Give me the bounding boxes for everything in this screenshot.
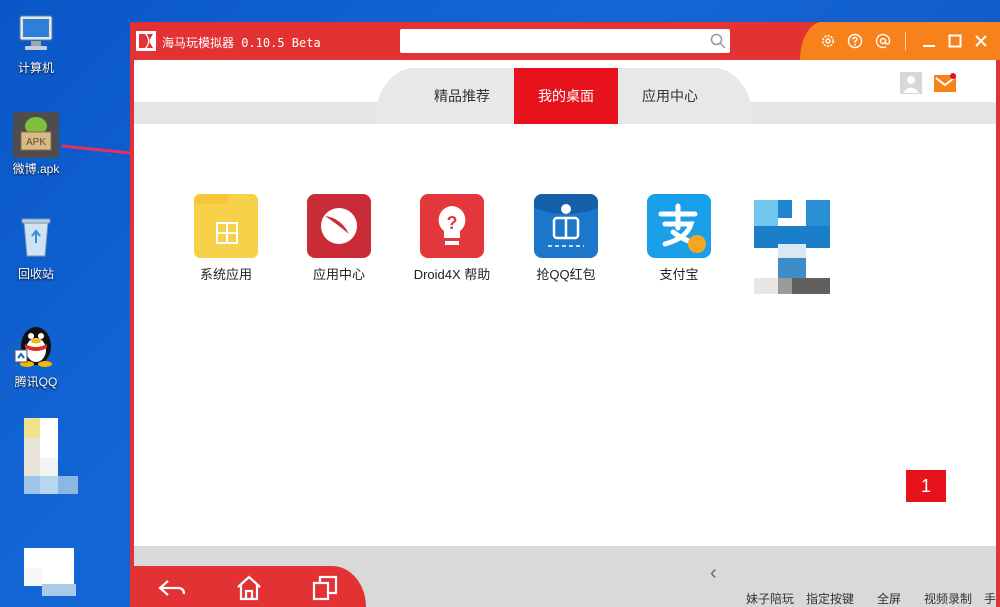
qq-redpacket-icon	[534, 194, 598, 258]
apk-file-icon: APK	[13, 112, 59, 158]
app-qq-red-packet[interactable]: 抢QQ红包	[516, 194, 616, 283]
home-button[interactable]	[234, 573, 264, 603]
back-button[interactable]	[156, 573, 186, 603]
close-button[interactable]	[971, 31, 991, 51]
app-label: 应用中心	[289, 264, 389, 283]
app-label: 抢QQ红包	[516, 264, 616, 283]
desktop-icon-recycle-bin[interactable]: 回收站	[0, 214, 72, 282]
folder-icon	[194, 194, 258, 258]
minimize-icon	[922, 34, 936, 48]
maximize-icon	[948, 34, 962, 48]
app-pixelated[interactable]	[742, 200, 842, 300]
settings-button[interactable]	[818, 31, 838, 51]
user-account-icon[interactable]	[900, 72, 922, 94]
desktop-icon-computer[interactable]: 计算机	[0, 12, 72, 76]
close-icon	[974, 34, 988, 48]
bottom-bar: ‹ 妹子陪玩 指定按键 全屏 视频录制 手	[134, 546, 996, 607]
bottom-item-fullscreen[interactable]: 全屏	[877, 590, 901, 607]
maximize-button[interactable]	[945, 31, 965, 51]
search-icon[interactable]	[710, 33, 726, 49]
app-alipay[interactable]: 支付宝	[629, 194, 729, 283]
app-label: 系统应用	[176, 264, 276, 283]
tab-app-center[interactable]: 应用中心	[618, 68, 722, 124]
svg-text:?: ?	[447, 213, 458, 233]
gear-icon	[820, 33, 836, 49]
app-center-icon	[307, 194, 371, 258]
app-system[interactable]: 系统应用	[176, 194, 276, 283]
question-icon	[847, 33, 863, 49]
help-bulb-icon: ?	[420, 194, 484, 258]
collapse-chevron-icon[interactable]: ‹	[710, 562, 717, 585]
search-box[interactable]	[400, 29, 730, 53]
minimize-button[interactable]	[919, 31, 939, 51]
desktop-icon-label: 计算机	[0, 59, 72, 76]
app-label: 支付宝	[629, 264, 729, 283]
bottom-item-video-record[interactable]: 视频录制	[924, 590, 972, 607]
help-button[interactable]	[845, 31, 865, 51]
tab-bar: 精品推荐 我的桌面 应用中心	[134, 60, 996, 124]
at-icon	[875, 33, 891, 49]
recycle-bin-icon	[14, 214, 58, 260]
bottom-item-more[interactable]: 手	[984, 590, 996, 607]
desktop-icon-qq[interactable]: 腾讯QQ	[0, 318, 72, 390]
tab-my-desktop[interactable]: 我的桌面	[514, 68, 618, 124]
alipay-icon	[647, 194, 711, 258]
contact-button[interactable]	[873, 31, 893, 51]
tab-featured[interactable]: 精品推荐	[410, 68, 514, 124]
page-indicator-badge: 1	[906, 470, 946, 502]
pixelated-app-icon	[754, 200, 830, 294]
emulator-window: 海马玩模拟器 0.10.5 Beta	[130, 22, 1000, 607]
app-label: Droid4X 帮助	[402, 264, 502, 283]
search-input[interactable]	[404, 31, 708, 53]
titlebar-divider	[905, 32, 906, 50]
titlebar: 海马玩模拟器 0.10.5 Beta	[130, 22, 1000, 60]
app-logo-icon	[136, 31, 156, 51]
emulator-screen: 精品推荐 我的桌面 应用中心 系统应用	[134, 60, 996, 550]
qq-penguin-icon	[13, 318, 59, 368]
svg-text:APK: APK	[26, 137, 46, 148]
desktop-icon-label: 腾讯QQ	[0, 373, 72, 390]
desktop-icon-label: 回收站	[0, 265, 72, 282]
app-center[interactable]: 应用中心	[289, 194, 389, 283]
message-mail-icon[interactable]	[934, 72, 956, 94]
pixelated-desktop-icon[interactable]	[24, 520, 78, 596]
bottom-item-companion[interactable]: 妹子陪玩	[746, 590, 794, 607]
window-title: 海马玩模拟器 0.10.5 Beta	[162, 34, 321, 51]
recent-apps-button[interactable]	[310, 573, 340, 603]
pixelated-desktop-icon[interactable]	[24, 418, 78, 494]
bottom-item-keymap[interactable]: 指定按键	[806, 590, 854, 607]
app-droid4x-help[interactable]: ? Droid4X 帮助	[402, 194, 502, 283]
computer-icon	[14, 12, 58, 54]
